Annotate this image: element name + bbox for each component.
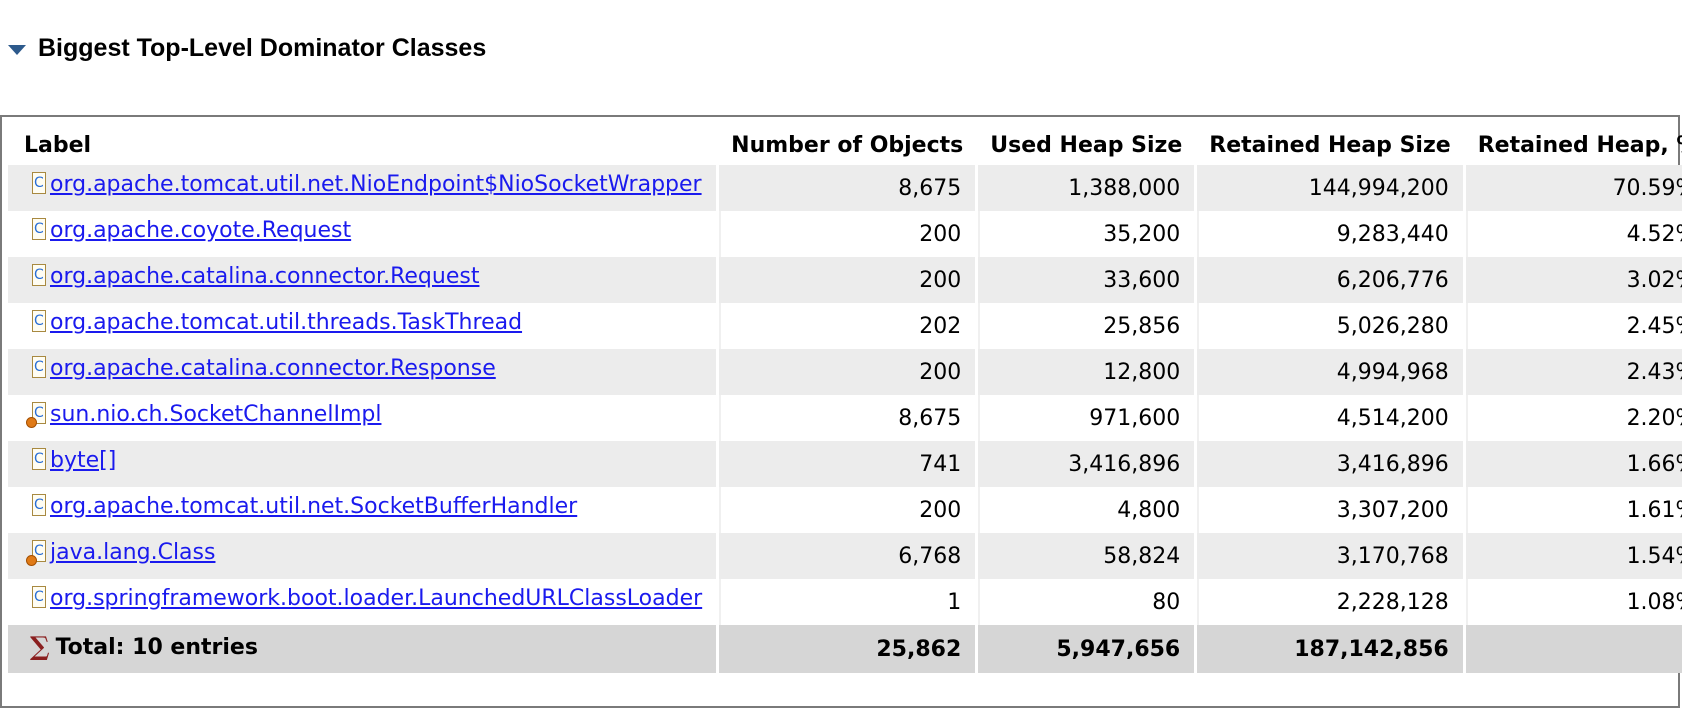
used-heap-cell: 3,416,896 bbox=[978, 441, 1195, 487]
total-row: ∑ Total: 10 entries 25,862 5,947,656 187… bbox=[8, 625, 1682, 673]
column-header-objects[interactable]: Number of Objects bbox=[719, 125, 975, 165]
class-icon bbox=[30, 448, 48, 472]
used-heap-cell: 25,856 bbox=[978, 303, 1195, 349]
label-cell: org.apache.catalina.connector.Response bbox=[8, 349, 717, 395]
label-cell: sun.nio.ch.SocketChannelImpl bbox=[8, 395, 717, 441]
label-cell: org.apache.catalina.connector.Request bbox=[8, 257, 717, 303]
objects-cell: 200 bbox=[719, 257, 976, 303]
retained-pct-cell: 4.52% bbox=[1465, 211, 1682, 257]
class-icon bbox=[30, 356, 48, 380]
objects-cell: 741 bbox=[719, 441, 976, 487]
table-row[interactable]: org.apache.catalina.connector.Response 20… bbox=[8, 349, 1682, 395]
column-header-retained-heap[interactable]: Retained Heap Size bbox=[1197, 125, 1462, 165]
total-retained-pct bbox=[1465, 625, 1682, 673]
class-link[interactable]: org.apache.tomcat.util.threads.TaskThrea… bbox=[50, 310, 522, 335]
retained-pct-cell: 1.61% bbox=[1465, 487, 1682, 533]
used-heap-cell: 80 bbox=[978, 579, 1195, 625]
sigma-icon: ∑ bbox=[30, 632, 50, 662]
class-icon bbox=[30, 172, 48, 196]
used-heap-cell: 1,388,000 bbox=[978, 165, 1195, 211]
used-heap-cell: 58,824 bbox=[978, 533, 1195, 579]
objects-cell: 200 bbox=[719, 487, 976, 533]
class-link[interactable]: org.apache.coyote.Request bbox=[50, 218, 351, 243]
class-link[interactable]: org.springframework.boot.loader.Launched… bbox=[50, 586, 702, 611]
objects-cell: 200 bbox=[719, 349, 976, 395]
table-row[interactable]: sun.nio.ch.SocketChannelImpl 8,675971,600… bbox=[8, 395, 1682, 441]
column-header-retained-pct[interactable]: Retained Heap, % bbox=[1466, 125, 1682, 165]
total-retained-heap: 187,142,856 bbox=[1197, 625, 1463, 673]
class-link[interactable]: java.lang.Class bbox=[50, 540, 215, 565]
retained-heap-cell: 4,514,200 bbox=[1197, 395, 1463, 441]
total-used-heap: 5,947,656 bbox=[978, 625, 1195, 673]
used-heap-cell: 35,200 bbox=[978, 211, 1195, 257]
objects-cell: 8,675 bbox=[719, 395, 976, 441]
retained-pct-cell: 2.45% bbox=[1465, 303, 1682, 349]
column-header-label[interactable]: Label bbox=[8, 125, 716, 165]
objects-cell: 1 bbox=[719, 579, 976, 625]
objects-cell: 202 bbox=[719, 303, 976, 349]
collapse-triangle-icon[interactable] bbox=[8, 45, 26, 55]
dominator-table-frame: Label Number of Objects Used Heap Size R… bbox=[0, 115, 1682, 708]
retained-pct-cell: 1.08% bbox=[1465, 579, 1682, 625]
used-heap-cell: 971,600 bbox=[978, 395, 1195, 441]
retained-heap-cell: 9,283,440 bbox=[1197, 211, 1463, 257]
table-header-row: Label Number of Objects Used Heap Size R… bbox=[8, 125, 1682, 165]
table-row[interactable]: org.apache.catalina.connector.Request 200… bbox=[8, 257, 1682, 303]
objects-cell: 8,675 bbox=[719, 165, 976, 211]
class-gc-root-icon bbox=[26, 402, 48, 428]
retained-heap-cell: 3,307,200 bbox=[1197, 487, 1463, 533]
column-header-used-heap[interactable]: Used Heap Size bbox=[978, 125, 1194, 165]
class-link[interactable]: org.apache.catalina.connector.Response bbox=[50, 356, 496, 381]
table-row[interactable]: org.apache.tomcat.util.net.SocketBufferH… bbox=[8, 487, 1682, 533]
table-row[interactable]: org.apache.tomcat.util.threads.TaskThrea… bbox=[8, 303, 1682, 349]
class-icon bbox=[30, 218, 48, 242]
used-heap-cell: 33,600 bbox=[978, 257, 1195, 303]
class-icon bbox=[30, 264, 48, 288]
section-title: Biggest Top-Level Dominator Classes bbox=[38, 33, 487, 62]
used-heap-cell: 12,800 bbox=[978, 349, 1195, 395]
retained-heap-cell: 4,994,968 bbox=[1197, 349, 1463, 395]
retained-heap-cell: 3,170,768 bbox=[1197, 533, 1463, 579]
section-header: Biggest Top-Level Dominator Classes bbox=[8, 30, 486, 66]
total-label-cell: ∑ Total: 10 entries bbox=[8, 625, 717, 673]
retained-pct-cell: 70.59% bbox=[1465, 165, 1682, 211]
retained-pct-cell: 1.54% bbox=[1465, 533, 1682, 579]
retained-pct-cell: 2.43% bbox=[1465, 349, 1682, 395]
retained-heap-cell: 5,026,280 bbox=[1197, 303, 1463, 349]
label-cell: org.apache.tomcat.util.threads.TaskThrea… bbox=[8, 303, 717, 349]
used-heap-cell: 4,800 bbox=[978, 487, 1195, 533]
label-cell: java.lang.Class bbox=[8, 533, 717, 579]
label-cell: org.springframework.boot.loader.Launched… bbox=[8, 579, 717, 625]
retained-pct-cell: 3.02% bbox=[1465, 257, 1682, 303]
retained-heap-cell: 3,416,896 bbox=[1197, 441, 1463, 487]
objects-cell: 6,768 bbox=[719, 533, 976, 579]
retained-heap-cell: 2,228,128 bbox=[1197, 579, 1463, 625]
label-cell: org.apache.coyote.Request bbox=[8, 211, 717, 257]
class-link[interactable]: sun.nio.ch.SocketChannelImpl bbox=[50, 402, 381, 427]
class-gc-root-icon bbox=[26, 540, 48, 566]
objects-cell: 200 bbox=[719, 211, 976, 257]
class-link[interactable]: org.apache.tomcat.util.net.SocketBufferH… bbox=[50, 494, 577, 519]
retained-heap-cell: 144,994,200 bbox=[1197, 165, 1463, 211]
retained-pct-cell: 1.66% bbox=[1465, 441, 1682, 487]
label-cell: byte[] bbox=[8, 441, 717, 487]
class-icon bbox=[30, 586, 48, 610]
retained-pct-cell: 2.20% bbox=[1465, 395, 1682, 441]
table-row[interactable]: byte[]7413,416,8963,416,8961.66% bbox=[8, 441, 1682, 487]
class-link[interactable]: byte[] bbox=[50, 448, 116, 473]
table-row[interactable]: org.apache.coyote.Request 20035,2009,283,… bbox=[8, 211, 1682, 257]
class-icon bbox=[30, 494, 48, 518]
class-link[interactable]: org.apache.catalina.connector.Request bbox=[50, 264, 479, 289]
class-icon bbox=[30, 310, 48, 334]
table-row[interactable]: org.springframework.boot.loader.Launched… bbox=[8, 579, 1682, 625]
dominator-table: Label Number of Objects Used Heap Size R… bbox=[5, 125, 1682, 673]
total-label: Total: 10 entries bbox=[55, 634, 258, 660]
retained-heap-cell: 6,206,776 bbox=[1197, 257, 1463, 303]
table-row[interactable]: org.apache.tomcat.util.net.NioEndpoint$N… bbox=[8, 165, 1682, 211]
label-cell: org.apache.tomcat.util.net.SocketBufferH… bbox=[8, 487, 717, 533]
total-objects: 25,862 bbox=[719, 625, 976, 673]
table-row[interactable]: java.lang.Class 6,76858,8243,170,7681.54% bbox=[8, 533, 1682, 579]
class-link[interactable]: org.apache.tomcat.util.net.NioEndpoint$N… bbox=[50, 172, 702, 197]
label-cell: org.apache.tomcat.util.net.NioEndpoint$N… bbox=[8, 165, 717, 211]
